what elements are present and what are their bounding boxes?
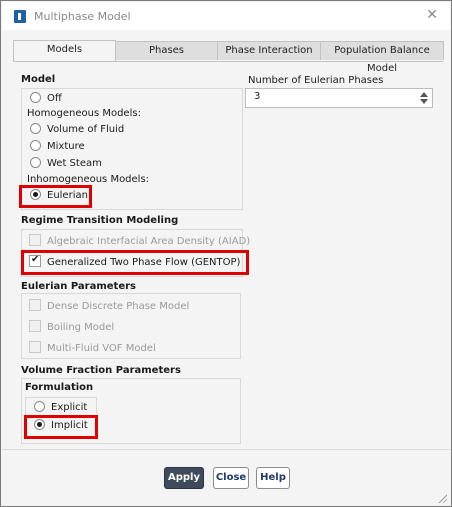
resize-grip-icon[interactable] bbox=[437, 493, 447, 503]
checkbox-boiling-label: Boiling Model bbox=[47, 322, 115, 333]
tab-population-balance-model[interactable]: Population Balance Model bbox=[320, 41, 444, 74]
spinner-arrows[interactable] bbox=[419, 90, 429, 106]
eulerian-phases-label: Number of Eulerian Phases bbox=[248, 75, 384, 86]
homogeneous-models-label: Homogeneous Models: bbox=[27, 108, 141, 119]
tab-bar: Models Phases Phase Interaction Populati… bbox=[13, 40, 444, 74]
close-icon[interactable]: ✕ bbox=[426, 8, 438, 22]
dialog-footer: Apply Close Help bbox=[2, 449, 450, 506]
spinner-up-icon[interactable] bbox=[420, 92, 428, 97]
eulerian-highlight-box bbox=[19, 185, 92, 208]
volume-fraction-section-title: Volume Fraction Parameters bbox=[21, 365, 181, 376]
gentop-highlight-box bbox=[21, 250, 249, 275]
implicit-highlight-box bbox=[24, 415, 98, 439]
radio-mixture-indicator[interactable] bbox=[30, 140, 41, 151]
radio-vof-label: Volume of Fluid bbox=[47, 124, 125, 135]
radio-off-label: Off bbox=[47, 93, 62, 104]
eulerian-phases-spinner[interactable]: 3 bbox=[245, 88, 433, 108]
spinner-down-icon[interactable] bbox=[420, 99, 428, 104]
radio-mixture-label: Mixture bbox=[47, 141, 85, 152]
regime-section-title: Regime Transition Modeling bbox=[21, 215, 179, 226]
radio-explicit-label: Explicit bbox=[51, 402, 88, 413]
checkbox-boiling-indicator[interactable] bbox=[29, 320, 41, 332]
radio-off-indicator[interactable] bbox=[30, 92, 41, 103]
checkbox-aiad-label: Algebraic Interfacial Area Density (AIAD… bbox=[47, 236, 251, 247]
window-title: Multiphase Model bbox=[34, 10, 131, 23]
close-button[interactable]: Close bbox=[213, 467, 249, 489]
help-button[interactable]: Help bbox=[256, 467, 290, 489]
model-section-title: Model bbox=[21, 74, 56, 85]
checkbox-dense-discrete-indicator[interactable] bbox=[29, 299, 41, 311]
tab-phase-interaction[interactable]: Phase Interaction bbox=[217, 41, 321, 60]
checkbox-dense-discrete-label: Dense Discrete Phase Model bbox=[47, 301, 190, 312]
radio-explicit[interactable]: Explicit bbox=[34, 401, 87, 415]
checkbox-multi-fluid-vof-indicator[interactable] bbox=[29, 341, 41, 353]
radio-wet-steam[interactable]: Wet Steam bbox=[30, 157, 102, 171]
tab-models[interactable]: Models bbox=[13, 40, 116, 61]
eulerian-phases-value[interactable]: 3 bbox=[254, 91, 260, 102]
checkbox-multi-fluid-vof-label: Multi-Fluid VOF Model bbox=[47, 343, 156, 354]
radio-mixture[interactable]: Mixture bbox=[30, 140, 85, 154]
checkbox-aiad[interactable]: Algebraic Interfacial Area Density (AIAD… bbox=[29, 234, 250, 248]
fluent-app-icon bbox=[14, 10, 26, 23]
radio-off[interactable]: Off bbox=[30, 92, 62, 106]
checkbox-aiad-indicator[interactable] bbox=[29, 234, 41, 246]
title-bar: Multiphase Model ✕ bbox=[2, 2, 450, 30]
radio-wet-steam-label: Wet Steam bbox=[47, 158, 102, 169]
tab-divider bbox=[13, 61, 443, 62]
radio-volume-of-fluid[interactable]: Volume of Fluid bbox=[30, 123, 124, 137]
radio-explicit-indicator[interactable] bbox=[34, 401, 45, 412]
formulation-title: Formulation bbox=[25, 382, 94, 393]
tab-phases[interactable]: Phases bbox=[115, 41, 218, 60]
checkbox-dense-discrete[interactable]: Dense Discrete Phase Model bbox=[29, 299, 189, 313]
eulerian-params-section-title: Eulerian Parameters bbox=[21, 281, 137, 292]
apply-button[interactable]: Apply bbox=[164, 467, 204, 489]
multiphase-model-dialog: Multiphase Model ✕ Models Phases Phase I… bbox=[0, 0, 452, 507]
radio-vof-indicator[interactable] bbox=[30, 123, 41, 134]
checkbox-boiling[interactable]: Boiling Model bbox=[29, 320, 114, 334]
radio-wet-steam-indicator[interactable] bbox=[30, 157, 41, 168]
checkbox-multi-fluid-vof[interactable]: Multi-Fluid VOF Model bbox=[29, 341, 156, 355]
